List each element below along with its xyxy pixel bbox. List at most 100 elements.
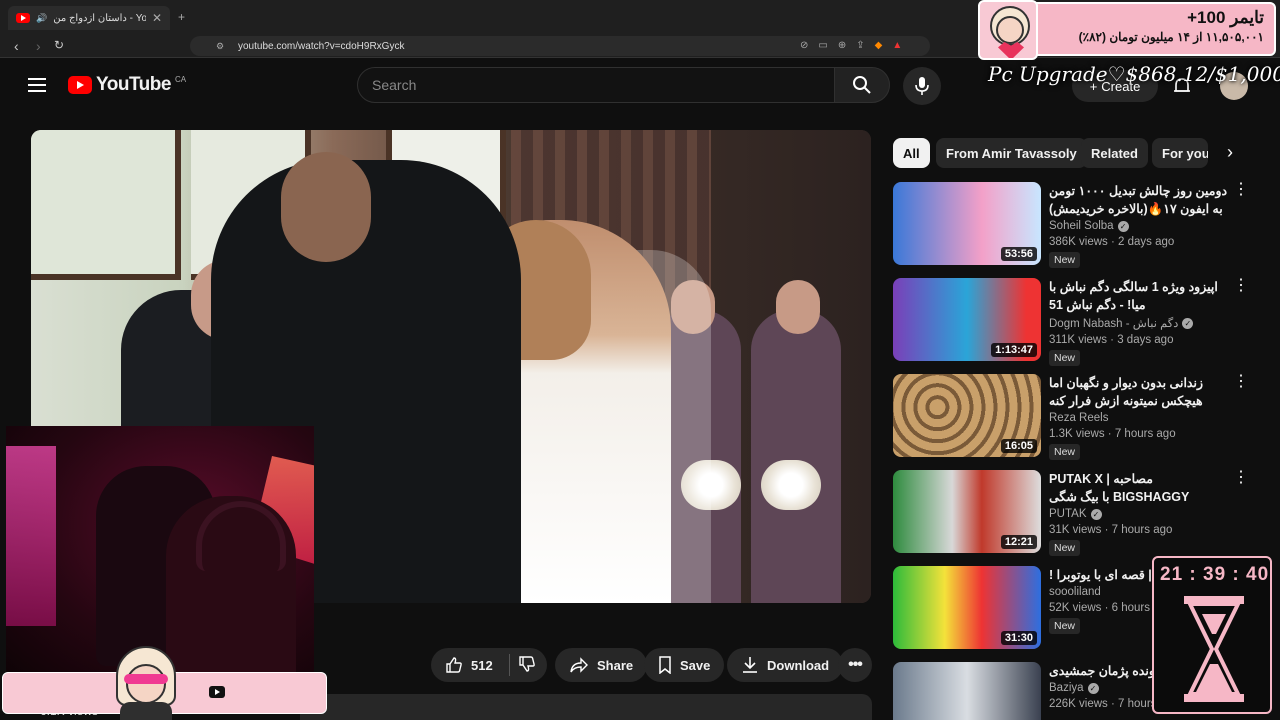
channel-name[interactable]: soooliland [1049, 586, 1101, 598]
chip-all[interactable]: All [893, 138, 930, 168]
address-bar-icons: ⊘ ▭ ⊕ ⇪ ◆ ▲ [800, 40, 902, 51]
video-title[interactable]: اپیزود ویژه 1 سالگی دگم نباش با میا! - د… [1049, 278, 1229, 314]
view-count: 226K views [1049, 698, 1108, 710]
menu-icon[interactable] [28, 78, 46, 92]
more-vertical-icon[interactable]: ⋮ [1233, 470, 1249, 486]
verified-icon: ✓ [1117, 220, 1129, 232]
thumbs-up-icon [446, 657, 462, 673]
video-title[interactable]: زندانی بدون دیوار و نگهبان اما هیچکس نمی… [1049, 374, 1229, 410]
video-thumbnail[interactable]: 1:13:47 [893, 278, 1041, 361]
speaker-icon[interactable]: 🔊 [36, 13, 47, 24]
verified-icon: ✓ [1182, 317, 1194, 329]
chip-from-channel[interactable]: From Amir Tavassoly [936, 138, 1087, 168]
groom-head [281, 152, 371, 262]
pc-upgrade-goal: Pc Upgrade♡$868.12/$1,000 [988, 62, 1280, 86]
recommendation-item[interactable]: 16:05 زندانی بدون دیوار و نگهبان اما هیچ… [893, 374, 1253, 462]
more-vertical-icon[interactable]: ⋮ [1233, 182, 1249, 198]
view-count: 311K views [1049, 334, 1107, 346]
new-badge: New [1049, 444, 1081, 460]
channel-name[interactable]: Dogm Nabash - دگم نباش [1049, 316, 1178, 330]
new-tab-icon[interactable]: + [178, 10, 185, 24]
chevron-right-icon[interactable]: › [1218, 140, 1242, 164]
donation-progress-text: ۱۱,۵۰۵,۰۰۱ از ۱۴ میلیون تومان (۸۲٪) [1078, 30, 1264, 44]
upload-age: 2 days ago [1118, 236, 1175, 248]
microphone-icon [915, 77, 929, 95]
avatar-face [996, 16, 1024, 44]
tracking-off-icon[interactable]: ⊘ [800, 40, 808, 51]
mascot-body [120, 702, 172, 720]
youtube-play-icon [68, 76, 92, 94]
download-button[interactable]: Download [727, 648, 844, 682]
channel-name[interactable]: Reza Reels [1049, 412, 1108, 424]
video-thumbnail[interactable]: 31:30 [893, 566, 1041, 649]
country-code: CA [174, 74, 187, 84]
forward-icon[interactable]: › [36, 38, 41, 54]
timer-text: 21 : 39 : 40 [1160, 564, 1270, 585]
zoom-icon[interactable]: ⊕ [838, 40, 846, 51]
voice-search-button[interactable] [903, 67, 941, 105]
share-button[interactable]: Share [555, 648, 648, 682]
stream-timer: 21 : 39 : 40 [1152, 556, 1272, 714]
new-badge: New [1049, 252, 1081, 268]
verified-icon: ✓ [1087, 682, 1099, 694]
video-duration: 31:30 [1000, 631, 1037, 645]
donation-title: تایمر 100+ [1187, 8, 1264, 27]
video-thumbnail[interactable]: 53:56 [893, 182, 1041, 265]
youtube-social-icon [209, 686, 225, 698]
video-duration: 12:21 [1000, 535, 1037, 549]
description-box[interactable] [300, 694, 872, 720]
upload-age: 3 days ago [1117, 334, 1174, 346]
hourglass-icon [1184, 596, 1244, 702]
more-vertical-icon[interactable]: ⋮ [1233, 278, 1249, 294]
recommendation-item[interactable]: 12:21 مصاحبه | PUTAK X BIGSHAGGY با بیگ … [893, 470, 1253, 558]
dislike-button[interactable] [518, 655, 536, 676]
chip-for-you[interactable]: For you [1152, 138, 1208, 168]
share-page-icon[interactable]: ⇪ [856, 40, 864, 51]
view-count: 1.3K views [1049, 428, 1105, 440]
video-title[interactable]: دومین روز چالش تبدیل ۱۰۰۰ تومن به ایفون … [1049, 182, 1229, 218]
bridesmaid-figure [751, 310, 841, 603]
channel-name[interactable]: Soheil Solba [1049, 220, 1114, 232]
chip-related[interactable]: Related [1081, 138, 1148, 168]
youtube-favicon-icon [16, 13, 30, 23]
save-button[interactable]: Save [644, 648, 725, 682]
search-button[interactable] [834, 67, 890, 103]
donation-goal-overlay: تایمر 100+ ۱۱,۵۰۵,۰۰۱ از ۱۴ میلیون تومان… [978, 0, 1280, 60]
save-label: Save [680, 657, 711, 673]
cast-icon[interactable]: ▭ [818, 40, 827, 51]
reload-icon[interactable]: ↻ [54, 38, 64, 52]
recommendation-item[interactable]: 1:13:47 اپیزود ویژه 1 سالگی دگم نباش با … [893, 278, 1253, 366]
rewards-icon[interactable]: ▲ [892, 40, 902, 51]
more-vertical-icon[interactable]: ⋮ [1233, 374, 1249, 390]
back-icon[interactable]: ‹ [14, 38, 19, 54]
window-decoration [31, 130, 181, 280]
video-duration: 16:05 [1000, 439, 1037, 453]
channel-name[interactable]: Baziya [1049, 682, 1084, 694]
view-count: 31K views [1049, 524, 1102, 536]
browser-tab[interactable]: 🔊 داستان ازدواج من - YouTube ✕ [8, 6, 170, 30]
like-dislike-group: 512 [431, 648, 547, 682]
download-icon [743, 657, 757, 673]
shield-icon[interactable]: ◆ [875, 40, 883, 51]
video-duration: 1:13:47 [991, 343, 1037, 357]
tab-title: داستان ازدواج من - YouTube [53, 12, 146, 24]
new-badge: New [1049, 540, 1081, 556]
divider [508, 654, 510, 676]
donation-goal-box: تایمر 100+ ۱۱,۵۰۵,۰۰۱ از ۱۴ میلیون تومان… [1028, 2, 1276, 56]
save-bookmark-icon [659, 656, 671, 674]
close-tab-icon[interactable]: ✕ [152, 11, 162, 25]
recommendation-item[interactable]: 53:56 دومین روز چالش تبدیل ۱۰۰۰ تومن به … [893, 182, 1253, 270]
search-input[interactable]: Search [357, 67, 835, 103]
video-title[interactable]: مصاحبه | PUTAK X BIGSHAGGY با بیگ شگی [1049, 470, 1229, 506]
youtube-logo[interactable]: YouTube CA [68, 74, 186, 96]
more-actions-button[interactable]: ••• [838, 648, 872, 682]
video-thumbnail[interactable] [893, 662, 1041, 720]
mascot-glasses [124, 674, 168, 684]
channel-name[interactable]: PUTAK [1049, 508, 1087, 520]
like-button[interactable]: 512 [445, 656, 493, 674]
video-thumbnail[interactable]: 12:21 [893, 470, 1041, 553]
site-info-icon[interactable]: ⚙ [216, 41, 224, 52]
thumbs-down-icon [519, 655, 535, 672]
video-thumbnail[interactable]: 16:05 [893, 374, 1041, 457]
bouquet [761, 460, 821, 510]
